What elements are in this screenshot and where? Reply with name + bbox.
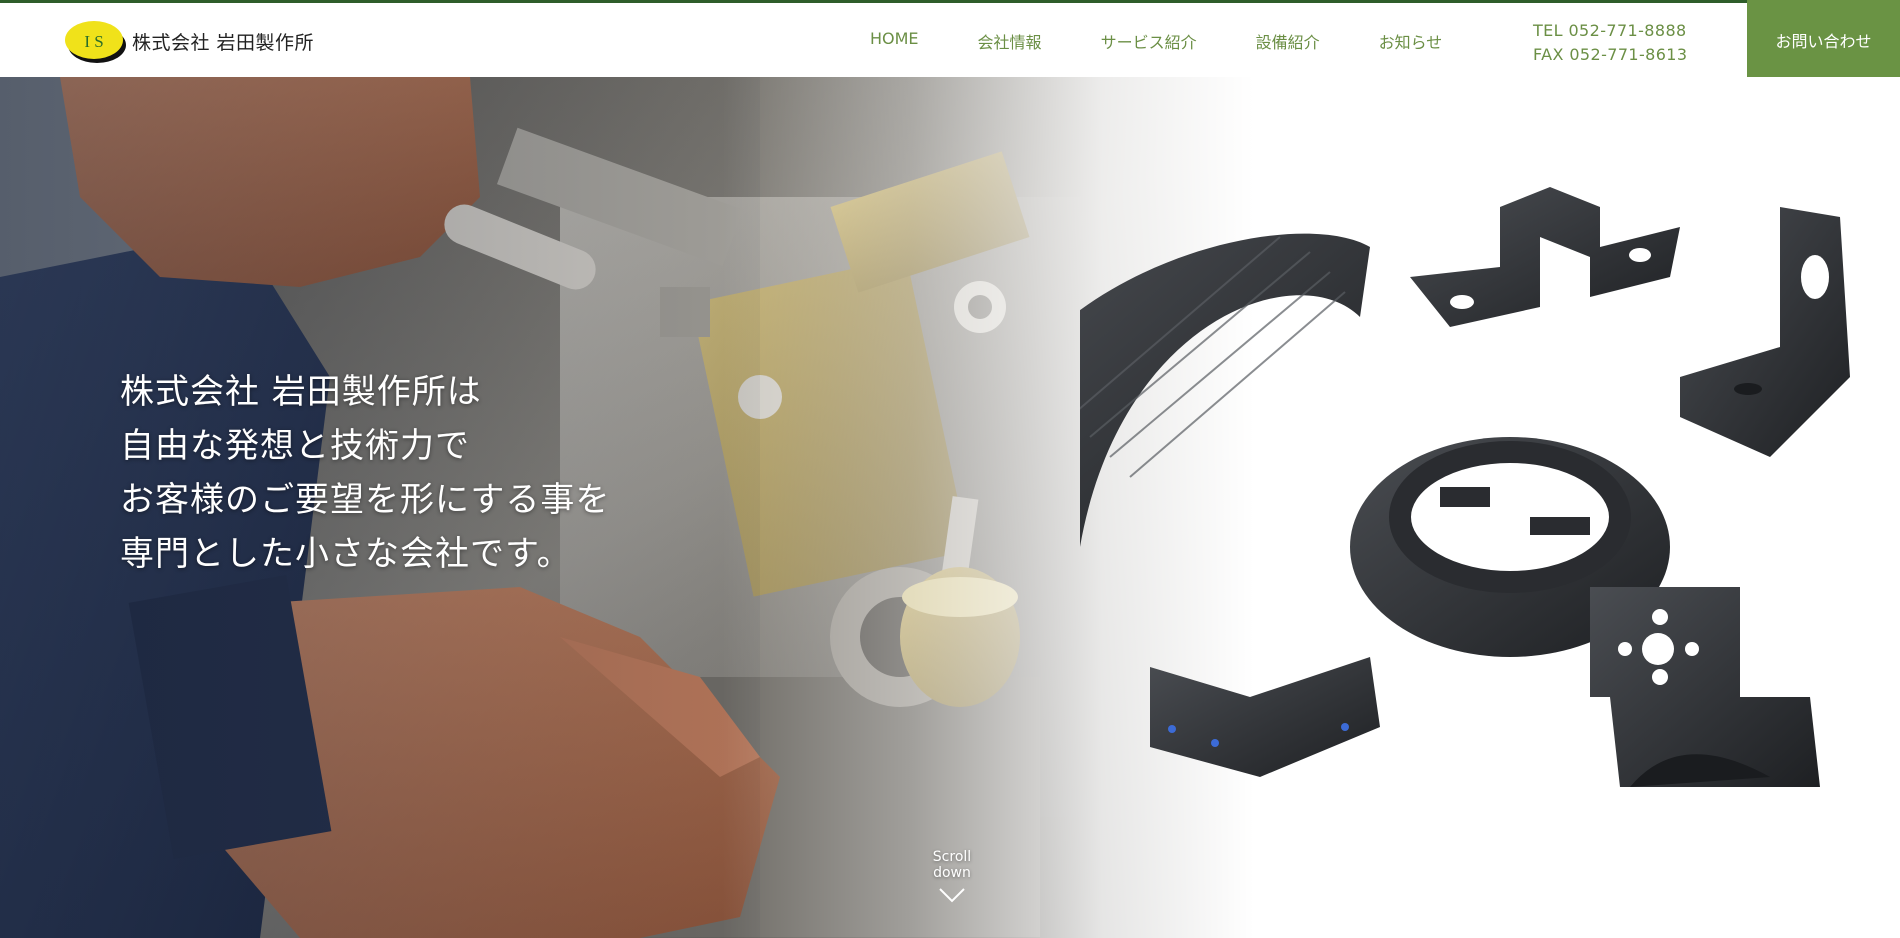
hero-tagline: 株式会社 岩田製作所は 自由な発想と技術力で お客様のご要望を形にする事を 専門… xyxy=(120,365,610,581)
logo[interactable]: I S 株式会社 岩田製作所 xyxy=(64,17,314,65)
scroll-down-label: Scroll down xyxy=(932,849,972,881)
tagline-line-1: 株式会社 岩田製作所は xyxy=(120,372,482,412)
phone-block: TEL 052-771-8888 FAX 052-771-8613 xyxy=(1533,19,1687,67)
tel-number[interactable]: TEL 052-771-8888 xyxy=(1533,19,1687,43)
tagline-line-4: 専門とした小さな会社です。 xyxy=(120,534,572,574)
chevron-down-icon xyxy=(939,888,965,903)
nav-home[interactable]: HOME xyxy=(870,29,919,53)
logo-letters: I S xyxy=(84,32,103,51)
product-parts-image xyxy=(1080,187,1850,787)
nav-equipment[interactable]: 設備紹介 xyxy=(1256,29,1320,53)
tagline-line-3: お客様のご要望を形にする事を xyxy=(120,480,611,520)
nav-services[interactable]: サービス紹介 xyxy=(1101,29,1197,53)
contact-button[interactable]: お問い合わせ xyxy=(1747,0,1900,80)
hero-section: 株式会社 岩田製作所は 自由な発想と技術力で お客様のご要望を形にする事を 専門… xyxy=(0,77,1900,938)
logo-mark-icon: I S xyxy=(65,21,126,63)
main-nav: HOME 会社情報 サービス紹介 設備紹介 お知らせ xyxy=(870,29,1442,53)
scroll-down-link[interactable]: Scroll down xyxy=(912,849,992,903)
nav-news[interactable]: お知らせ xyxy=(1379,29,1443,53)
site-header: I S 株式会社 岩田製作所 HOME 会社情報 サービス紹介 設備紹介 お知ら… xyxy=(0,0,1900,80)
company-name: 株式会社 岩田製作所 xyxy=(132,31,315,54)
fax-number: FAX 052-771-8613 xyxy=(1533,45,1688,64)
nav-company-info[interactable]: 会社情報 xyxy=(978,29,1042,53)
tagline-line-2: 自由な発想と技術力で xyxy=(120,426,470,466)
